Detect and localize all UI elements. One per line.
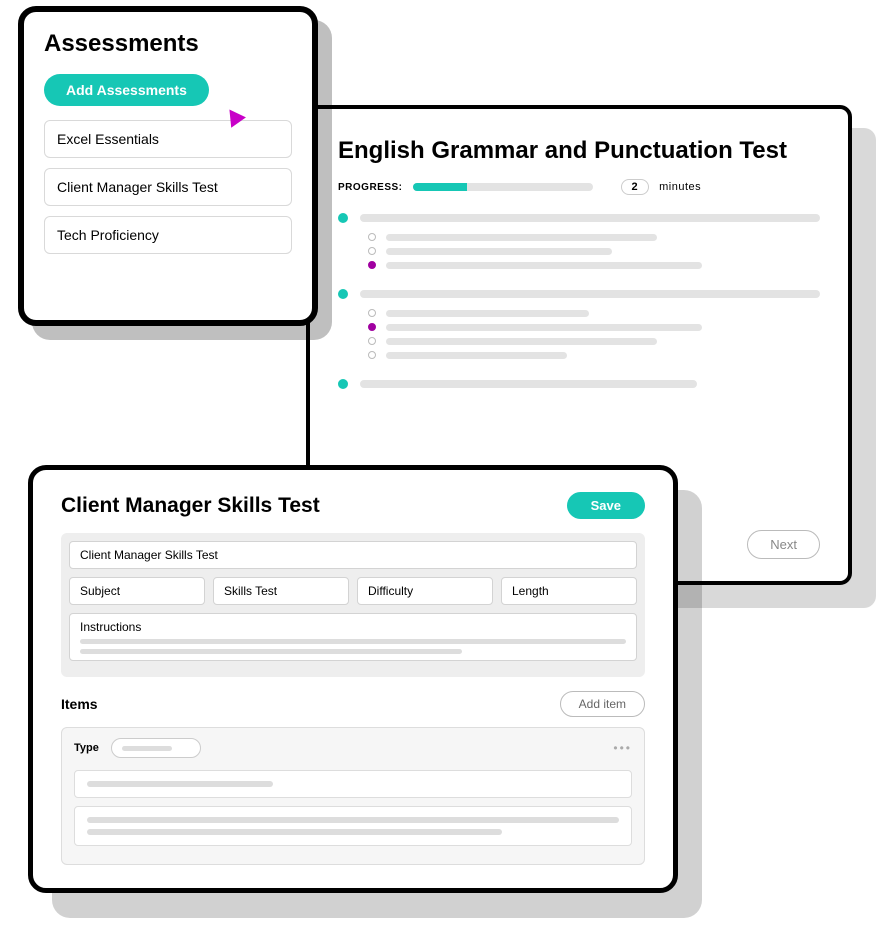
title-field[interactable]: Client Manager Skills Test <box>69 541 637 569</box>
next-button[interactable]: Next <box>747 530 820 559</box>
minutes-label: minutes <box>659 181 701 193</box>
save-button[interactable]: Save <box>567 492 645 519</box>
type-label: Type <box>74 742 99 754</box>
add-item-button[interactable]: Add item <box>560 691 645 717</box>
radio-option-selected[interactable] <box>368 261 376 269</box>
editor-panel: Client Manager Skills Test Save Client M… <box>28 465 678 893</box>
radio-option[interactable] <box>368 337 376 345</box>
assessments-heading: Assessments <box>44 30 292 58</box>
test-title: English Grammar and Punctuation Test <box>338 137 820 165</box>
more-icon[interactable]: ••• <box>613 741 632 755</box>
instructions-field[interactable]: Instructions <box>69 613 637 661</box>
radio-option[interactable] <box>368 233 376 241</box>
radio-option[interactable] <box>368 351 376 359</box>
skills-field[interactable]: Skills Test <box>213 577 349 605</box>
progress-label: PROGRESS: <box>338 182 403 193</box>
length-field[interactable]: Length <box>501 577 637 605</box>
type-select[interactable] <box>111 738 201 758</box>
add-assessments-button[interactable]: Add Assessments <box>44 74 209 106</box>
radio-option[interactable] <box>368 309 376 317</box>
item-question-field[interactable] <box>74 770 632 798</box>
assessment-item[interactable]: Excel Essentials <box>44 120 292 158</box>
progress-bar <box>413 183 593 191</box>
item-card: Type ••• <box>61 727 645 865</box>
difficulty-field[interactable]: Difficulty <box>357 577 493 605</box>
assessment-item[interactable]: Tech Proficiency <box>44 216 292 254</box>
items-heading: Items <box>61 696 98 712</box>
editor-title: Client Manager Skills Test <box>61 494 320 518</box>
radio-option-selected[interactable] <box>368 323 376 331</box>
radio-option[interactable] <box>368 247 376 255</box>
question-marker <box>338 213 348 223</box>
assessments-panel: Assessments Add Assessments Excel Essent… <box>18 6 318 326</box>
item-answer-field[interactable] <box>74 806 632 846</box>
minutes-pill: 2 <box>621 179 650 195</box>
progress-fill <box>413 183 467 191</box>
fields-group: Client Manager Skills Test Subject Skill… <box>61 533 645 677</box>
subject-field[interactable]: Subject <box>69 577 205 605</box>
question-marker <box>338 289 348 299</box>
assessment-item[interactable]: Client Manager Skills Test <box>44 168 292 206</box>
question-marker <box>338 379 348 389</box>
